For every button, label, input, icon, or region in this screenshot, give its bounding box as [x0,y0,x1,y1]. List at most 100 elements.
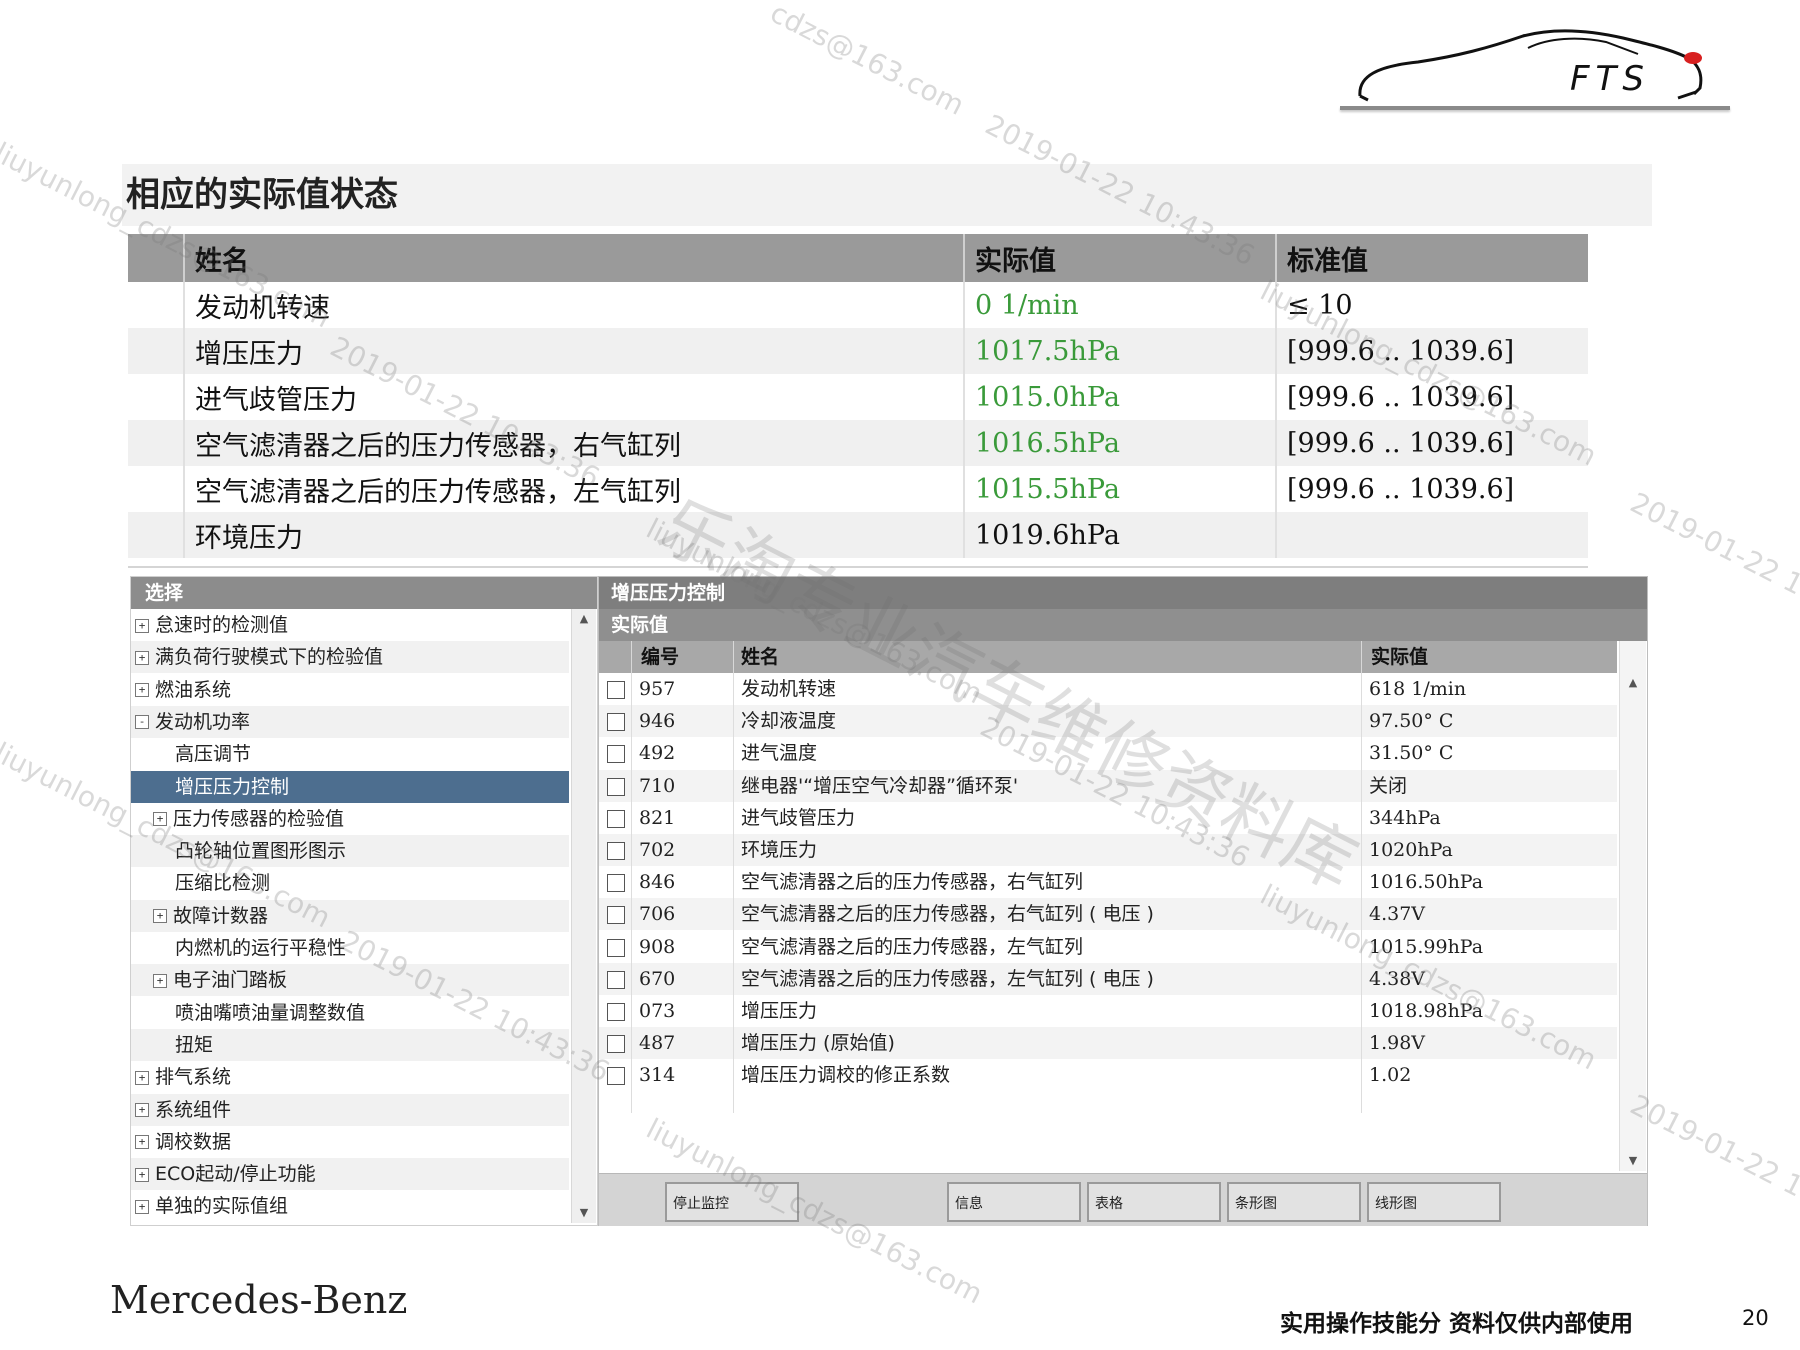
row-checkbox[interactable] [607,906,625,925]
row-name: 空气滤清器之后的压力传感器，右气缸列 ( 电压 ) [741,903,1154,926]
table-row[interactable]: 706 空气滤清器之后的压力传感器，右气缸列 ( 电压 ) 4.37V [599,898,1617,931]
table-row[interactable]: 670 空气滤清器之后的压力传感器，左气缸列 ( 电压 ) 4.38V [599,962,1617,995]
line-chart-button[interactable]: 线形图 [1367,1182,1501,1222]
row-number: 706 [639,903,676,926]
expand-icon[interactable]: + [135,650,149,665]
tree-item[interactable]: 内燃机的运行平稳性 [131,932,569,964]
tree-item[interactable]: + 故障计数器 [131,899,569,932]
mercedes-benz-wordmark: Mercedes-Benz [110,1278,408,1322]
tree-item[interactable]: + ECO起动/停止功能 [131,1158,569,1191]
row-checkbox[interactable] [607,842,625,860]
tree-item[interactable]: 增压压力控制 [131,770,569,803]
tree-item[interactable]: + 燃油系统 [131,674,569,706]
table-row[interactable]: 487 增压压力 (原始值) 1.98V [599,1027,1617,1060]
expand-icon[interactable]: + [135,1070,149,1085]
table-row[interactable]: 492 进气温度 31.50° C [599,737,1617,769]
row-number: 710 [639,774,676,797]
tree-item[interactable]: 压缩比检测 [131,867,569,899]
row-number: 314 [639,1064,676,1087]
tree-item[interactable]: + 压力传感器的检验值 [131,803,569,835]
row-checkbox[interactable] [607,1067,625,1086]
table-row[interactable]: 846 空气滤清器之后的压力传感器，右气缸列 1016.50hPa [599,866,1617,898]
row-checkbox[interactable] [607,970,625,989]
tree-item[interactable]: 高压调节 [131,738,569,770]
tree-item-label: 电子油门踏板 [173,969,288,992]
table-row[interactable]: 314 增压压力调校的修正系数 1.02 [599,1059,1617,1091]
col-header-number[interactable]: 编号 [641,641,679,673]
table-row[interactable]: 946 冷却液温度 97.50° C [599,705,1617,738]
col-header-name[interactable]: 姓名 [741,641,779,673]
table-row: 空气滤清器之后的压力传感器，右气缸列 1016.5hPa [999.6 .. 1… [128,420,1588,466]
expand-icon[interactable]: + [153,973,167,988]
row-actual: 1017.5hPa [963,328,1276,374]
tree-item-label: 喷油嘴喷油量调整数值 [175,1001,366,1024]
tree-item-label: 增压压力控制 [175,775,290,798]
table-row[interactable]: 957 发动机转速 618 1/min [599,673,1617,705]
row-checkbox[interactable] [607,938,625,957]
tree-scrollbar[interactable]: ▲ ▼ [571,609,596,1223]
tree-item[interactable]: 喷油嘴喷油量调整数值 [131,997,569,1029]
row-name: 环境压力 [741,839,818,861]
tree-item[interactable]: 凸轮轴位置图形图示 [131,835,569,868]
row-number: 821 [639,806,676,829]
tree-item-label: 凸轮轴位置图形图示 [175,840,347,863]
row-number: 487 [639,1032,676,1055]
expand-icon[interactable]: + [153,812,167,827]
tree-item[interactable]: + 调校数据 [131,1126,569,1158]
grid-scrollbar[interactable]: ▲ ▼ [1619,641,1646,1171]
tree-item[interactable]: + 排气系统 [131,1061,569,1093]
expand-icon[interactable]: + [135,1103,149,1117]
tree-item[interactable]: + 怠速时的检测值 [131,609,569,641]
tree-item[interactable]: 扭矩 [131,1028,569,1061]
stop-monitoring-button[interactable]: 停止监控 [665,1182,799,1222]
scroll-up-icon[interactable]: ▲ [572,609,596,629]
col-header-value[interactable]: 实际值 [1371,641,1428,673]
table-row[interactable]: 710 继电器'“增压空气冷却器”循环泵' 关闭 [599,769,1617,802]
row-checkbox[interactable] [607,874,625,893]
tree-item[interactable]: + 满负荷行驶模式下的检验值 [131,641,569,674]
row-name: 冷却液温度 [741,710,837,733]
expand-icon[interactable]: + [135,1167,149,1182]
expand-icon[interactable]: + [135,618,149,633]
tree-item[interactable]: + 单独的实际值组 [131,1190,569,1222]
table-row[interactable]: 821 进气歧管压力 344hPa [599,802,1617,834]
header-name: 姓名 [183,234,964,282]
tree-item-label: 内燃机的运行平稳性 [175,937,347,959]
row-number: 846 [639,871,676,894]
expand-icon[interactable]: + [153,909,167,924]
table-row[interactable]: 908 空气滤清器之后的压力传感器，左气缸列 1015.99hPa [599,931,1617,963]
row-name: 进气温度 [741,742,818,765]
table-row[interactable]: 702 环境压力 1020hPa [599,834,1617,866]
col-divider [1361,641,1362,673]
scroll-up-icon[interactable]: ▲ [1620,673,1646,693]
row-standard: [999.6 .. 1039.6] [1275,328,1588,374]
page-number: 20 [1742,1306,1769,1330]
table-row[interactable]: 073 增压压力 1018.98hPa [599,995,1617,1027]
col-divider [631,641,632,673]
selection-header: 选择 [131,577,597,609]
scroll-down-icon[interactable]: ▼ [572,1203,596,1223]
row-name: 进气歧管压力 [741,806,856,829]
tree-item[interactable]: - 发动机功率 [131,705,569,738]
info-button[interactable]: 信息 [947,1182,1081,1222]
tree-item-label: 满负荷行驶模式下的检验值 [155,646,384,669]
tree-item[interactable]: + 电子油门踏板 [131,964,569,997]
row-checkbox[interactable] [607,777,625,796]
row-checkbox[interactable] [607,713,625,732]
row-name: 增压压力 [183,328,964,374]
header-standard: 标准值 [1275,234,1588,282]
expand-icon[interactable]: + [135,1199,149,1214]
expand-icon[interactable]: + [135,1135,149,1150]
row-checkbox[interactable] [607,809,625,828]
row-checkbox[interactable] [607,745,625,764]
scroll-down-icon[interactable]: ▼ [1620,1151,1646,1171]
row-checkbox[interactable] [607,1035,625,1054]
table-row: 环境压力 1019.6hPa [128,512,1588,558]
row-checkbox[interactable] [607,1003,625,1021]
collapse-icon[interactable]: - [135,715,149,730]
tree-item[interactable]: + 系统组件 [131,1093,569,1126]
bar-chart-button[interactable]: 条形图 [1227,1182,1361,1222]
table-button[interactable]: 表格 [1087,1182,1221,1222]
row-checkbox[interactable] [607,681,625,699]
expand-icon[interactable]: + [135,683,149,698]
